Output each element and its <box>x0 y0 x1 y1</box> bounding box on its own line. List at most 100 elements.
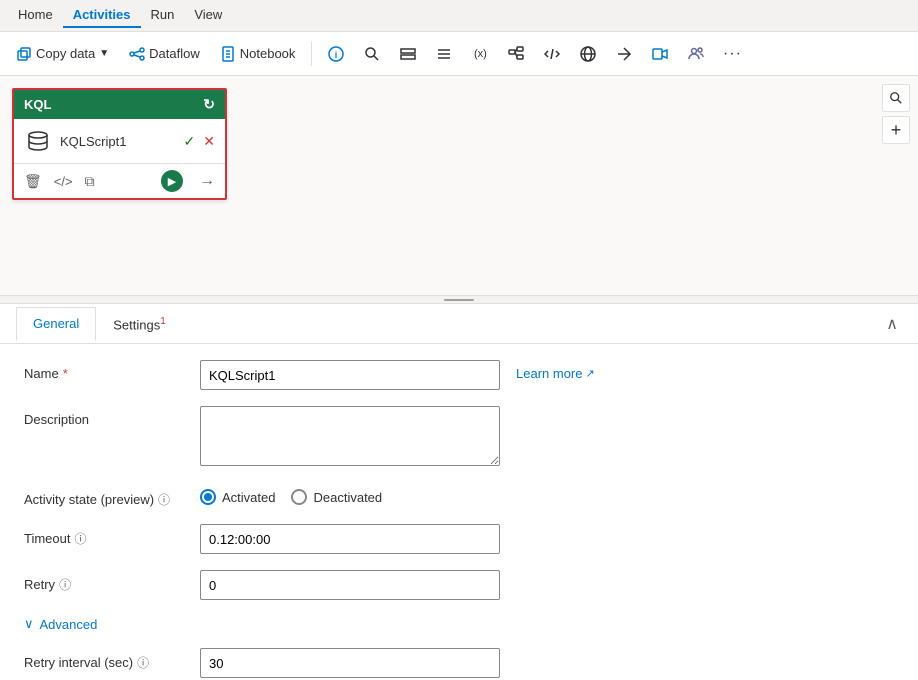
svg-text:i: i <box>335 50 338 60</box>
code-editor-button[interactable]: </> <box>54 174 73 189</box>
activity-header-actions: ↻ <box>203 96 215 113</box>
properties-panel: General Settings1 ∧ Name * Learn more <box>0 304 918 680</box>
retry-input[interactable] <box>200 570 500 600</box>
go-button[interactable]: ▶ <box>161 170 183 192</box>
collapse-indicator <box>444 299 474 301</box>
deactivated-radio[interactable]: Deactivated <box>291 489 382 505</box>
copy-data-icon <box>16 46 32 62</box>
settings-badge: 1 <box>160 316 166 327</box>
collapse-bar[interactable] <box>0 296 918 304</box>
delete-button[interactable]: 🗑 <box>24 173 42 190</box>
retry-interval-input-container <box>200 648 500 678</box>
activity-state-info-icon[interactable]: ⓘ <box>158 491 170 508</box>
retry-interval-row: Retry interval (sec) ⓘ <box>24 648 894 678</box>
code-button[interactable] <box>536 38 568 70</box>
canvas-search-button[interactable] <box>882 84 910 112</box>
variable-button[interactable]: (x) <box>464 38 496 70</box>
canvas-search-icon <box>889 91 903 105</box>
menu-item-run[interactable]: Run <box>141 3 185 28</box>
info-icon: i <box>328 46 344 62</box>
tab-general[interactable]: General <box>16 307 96 341</box>
activity-state-radio-group: Activated Deactivated <box>200 485 382 505</box>
retry-info-icon[interactable]: ⓘ <box>59 576 71 593</box>
name-input[interactable] <box>200 360 500 390</box>
menu-bar: Home Activities Run View <box>0 0 918 32</box>
copy-data-button[interactable]: Copy data ▼ <box>8 38 117 70</box>
activity-name: KQLScript1 <box>60 134 176 149</box>
activity-state-row: Activity state (preview) ⓘ Activated Dea… <box>24 485 894 508</box>
connect-button[interactable] <box>500 38 532 70</box>
export-icon <box>616 46 632 62</box>
toolbar: Copy data ▼ Dataflow Notebook i (x) <box>0 32 918 76</box>
dataflow-button[interactable]: Dataflow <box>121 38 208 70</box>
retry-label: Retry ⓘ <box>24 570 184 593</box>
main-content: KQL ↻ KQLScript1 ✓ ✕ 🗑 < <box>0 76 918 680</box>
list-view-icon <box>436 46 452 62</box>
retry-interval-info-icon[interactable]: ⓘ <box>137 654 149 671</box>
properties-tabs: General Settings1 ∧ <box>0 304 918 344</box>
info-button[interactable]: i <box>320 38 352 70</box>
outlook-icon <box>652 46 668 62</box>
retry-interval-label: Retry interval (sec) ⓘ <box>24 648 184 671</box>
dataflow-icon <box>129 46 145 62</box>
deactivated-radio-circle <box>291 489 307 505</box>
canvas-area: KQL ↻ KQLScript1 ✓ ✕ 🗑 < <box>0 76 918 296</box>
kql-icon <box>26 129 50 153</box>
export-button[interactable] <box>608 38 640 70</box>
more-button[interactable]: ··· <box>716 38 748 70</box>
retry-input-container <box>200 570 500 600</box>
pipeline-view-button[interactable] <box>392 38 424 70</box>
activity-title: KQL <box>24 97 51 112</box>
activity-refresh-icon[interactable]: ↻ <box>203 96 215 113</box>
activity-footer: 🗑 </> ⧉ ▶ → <box>14 164 225 198</box>
timeout-info-icon[interactable]: ⓘ <box>74 530 86 547</box>
canvas-zoom-in-button[interactable]: + <box>882 116 910 144</box>
retry-interval-input[interactable] <box>200 648 500 678</box>
activity-body: KQLScript1 ✓ ✕ <box>14 119 225 164</box>
retry-row: Retry ⓘ <box>24 570 894 600</box>
more-icon: ··· <box>723 45 742 63</box>
description-input[interactable] <box>200 406 500 466</box>
list-view-button[interactable] <box>428 38 460 70</box>
activated-radio[interactable]: Activated <box>200 489 275 505</box>
notebook-icon <box>220 46 236 62</box>
menu-item-home[interactable]: Home <box>8 3 63 28</box>
copy-button[interactable]: ⧉ <box>85 173 95 190</box>
code-icon <box>544 46 560 62</box>
tab-settings[interactable]: Settings1 <box>96 307 183 340</box>
globe-button[interactable] <box>572 38 604 70</box>
notebook-button[interactable]: Notebook <box>212 38 304 70</box>
description-input-container <box>200 406 500 469</box>
learn-more-link[interactable]: Learn more ↗ <box>516 360 595 381</box>
canvas-controls: + <box>882 84 910 144</box>
external-link-icon: ↗ <box>585 367 594 380</box>
teams-button[interactable] <box>680 38 712 70</box>
timeout-input[interactable] <box>200 524 500 554</box>
menu-item-view[interactable]: View <box>184 3 232 28</box>
search-toolbar-icon <box>364 46 380 62</box>
activity-state-label: Activity state (preview) ⓘ <box>24 485 184 508</box>
globe-icon <box>580 46 596 62</box>
timeout-input-container <box>200 524 500 554</box>
form-general: Name * Learn more ↗ Description <box>0 344 918 680</box>
close-icon[interactable]: ✕ <box>203 133 215 150</box>
connect-icon <box>508 46 524 62</box>
search-toolbar-button[interactable] <box>356 38 388 70</box>
name-input-container <box>200 360 500 390</box>
pipeline-view-icon <box>400 46 416 62</box>
advanced-chevron-icon: ∨ <box>24 616 34 632</box>
outlook-button[interactable] <box>644 38 676 70</box>
tabs-left: General Settings1 <box>16 307 183 340</box>
panel-collapse-button[interactable]: ∧ <box>882 310 902 338</box>
activity-node: KQL ↻ KQLScript1 ✓ ✕ 🗑 < <box>12 88 227 200</box>
menu-item-activities[interactable]: Activities <box>63 3 141 28</box>
teams-icon <box>688 46 704 62</box>
expand-arrow-icon[interactable]: → <box>199 172 215 190</box>
toolbar-separator <box>311 42 312 66</box>
check-icon[interactable]: ✓ <box>184 133 196 150</box>
variable-icon: (x) <box>474 48 487 60</box>
description-label: Description <box>24 406 184 427</box>
name-row: Name * Learn more ↗ <box>24 360 894 390</box>
advanced-toggle[interactable]: ∨ Advanced <box>24 616 894 632</box>
name-label: Name * <box>24 360 184 381</box>
